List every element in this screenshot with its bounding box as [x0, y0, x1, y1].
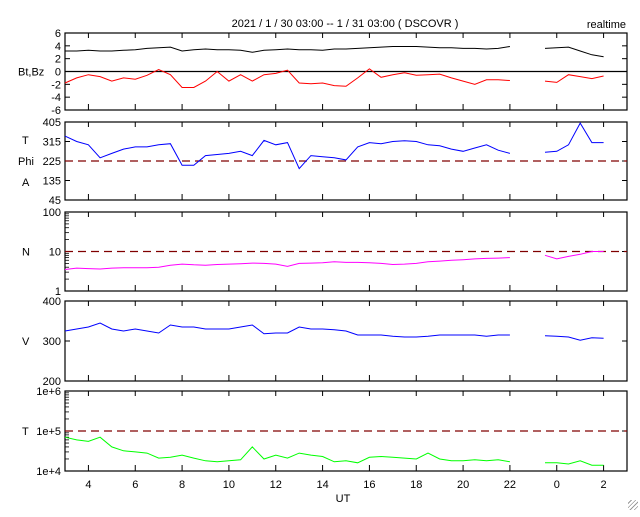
y-tick-label: -4: [51, 92, 61, 104]
x-tick-label: 8: [179, 479, 185, 491]
series-line-temperature: [545, 461, 604, 465]
realtime-label: realtime: [587, 19, 626, 31]
series-line-bt: [65, 47, 510, 53]
resize-grip-icon[interactable]: [628, 500, 638, 510]
series-line-bt: [545, 47, 604, 57]
series-line-temperature: [65, 437, 510, 463]
y-tick-label: 225: [43, 156, 61, 168]
y-tick-label: 45: [49, 195, 61, 207]
y-tick-label: 4: [55, 41, 61, 53]
x-tick-label: 14: [316, 479, 328, 491]
series-line-v: [545, 336, 604, 340]
series-line-v: [65, 323, 510, 337]
x-tick-label: 0: [554, 479, 560, 491]
y-tick-label: 405: [43, 117, 61, 129]
panel-label: A: [22, 177, 30, 189]
panel-2: 100101N: [22, 207, 627, 298]
series-line-n: [545, 252, 604, 259]
panel-label: V: [22, 336, 30, 348]
x-tick-label: 4: [85, 479, 91, 491]
y-tick-label: 2: [55, 54, 61, 66]
panel-label: T: [22, 426, 29, 438]
y-tick-label: 1e+6: [36, 386, 61, 398]
panel-label: Phi: [18, 156, 34, 168]
panel-0: 6420-2-4-6 Bt,Bz: [18, 28, 627, 117]
solar-wind-chart: 2021 / 1 / 30 03:00 -- 1 / 31 03:00 ( DS…: [0, 0, 640, 512]
y-tick-label: 300: [43, 336, 61, 348]
x-tick-label: 2: [601, 479, 607, 491]
panel-frame: [65, 301, 627, 381]
series-line-phi: [545, 123, 604, 152]
panel-4: 1e+6 1e+5 1e+4 T: [22, 386, 627, 478]
y-tick-label: 400: [43, 296, 61, 308]
x-axis-label: UT: [336, 493, 351, 505]
series-line-n: [65, 258, 510, 270]
y-tick-label: 315: [43, 137, 61, 149]
x-tick-label: 16: [363, 479, 375, 491]
y-tick-label: -2: [51, 79, 61, 91]
panels: 6420-2-4-6Bt,Bz40531522513545TPhiA100101…: [18, 28, 627, 491]
panel-label: T: [22, 135, 29, 147]
y-tick-label: -6: [51, 105, 61, 117]
x-tick-label: 6: [132, 479, 138, 491]
panel-label: N: [22, 247, 30, 259]
x-tick-label: 10: [223, 479, 235, 491]
x-tick-label: 12: [270, 479, 282, 491]
y-tick-label: 1e+4: [36, 466, 61, 478]
panel-1: 405 315 225 135 45 T Phi A: [18, 117, 627, 207]
x-tick-label: 18: [410, 479, 422, 491]
x-tick-label: 22: [504, 479, 516, 491]
x-tick-label: 20: [457, 479, 469, 491]
y-tick-label: 10: [49, 247, 61, 259]
chart-title: 2021 / 1 / 30 03:00 -- 1 / 31 03:00 ( DS…: [232, 18, 459, 30]
series-line-phi: [65, 136, 510, 169]
y-tick-label: 6: [55, 28, 61, 40]
panel-label: Bt,Bz: [18, 67, 44, 79]
series-line-bz: [545, 75, 604, 83]
y-tick-label: 1e+5: [36, 426, 61, 438]
y-tick-label: 135: [43, 176, 61, 188]
panel-3: 400300200V: [22, 296, 627, 388]
y-tick-label: 0: [55, 67, 61, 79]
y-tick-label: 100: [43, 207, 61, 219]
